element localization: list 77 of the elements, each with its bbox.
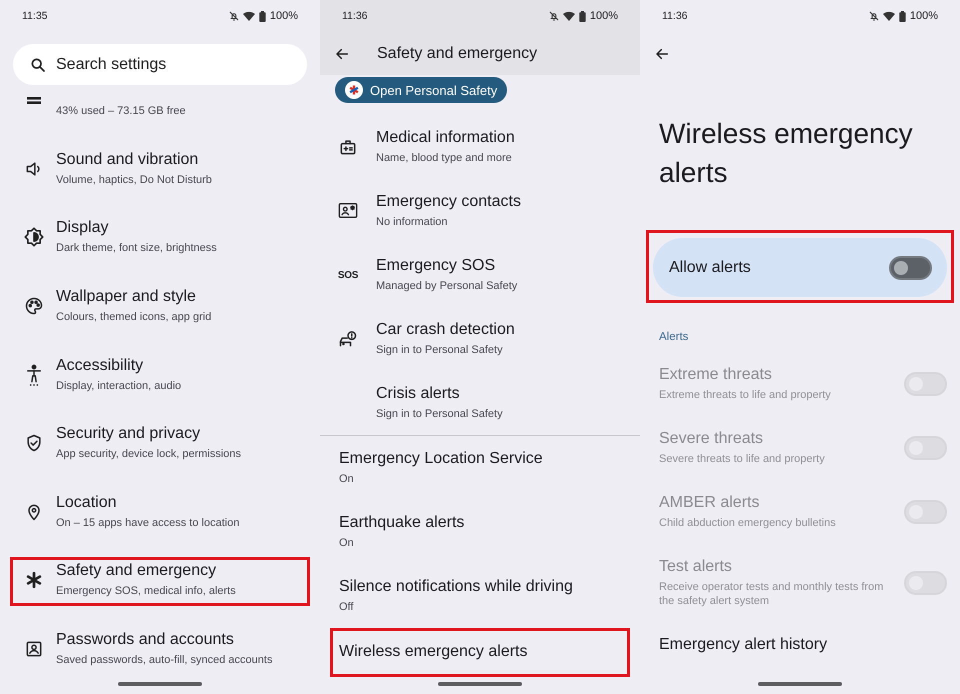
item-title[interactable]: Location: [56, 492, 240, 513]
search-bar[interactable]: Search settings: [13, 44, 307, 85]
status-time: 11:36: [662, 10, 688, 22]
item-title[interactable]: Emergency SOS: [376, 256, 518, 276]
item-title[interactable]: Security and privacy: [56, 424, 242, 444]
bars-icon: [27, 97, 41, 104]
item-subtitle: Sign in to Personal Safety: [376, 407, 503, 422]
section-header: Alerts: [658, 330, 690, 345]
battery-percent: 100%: [590, 10, 618, 22]
asterisk-icon: [25, 571, 43, 590]
item-title[interactable]: Earthquake alerts: [339, 512, 627, 532]
home-indicator[interactable]: [758, 682, 842, 686]
item-subtitle: Display, interaction, audio: [56, 378, 182, 394]
item-subtitle: No information: [376, 215, 449, 230]
palette-icon: [24, 296, 44, 316]
status-time: 11:36: [342, 10, 368, 22]
search-field[interactable]: Search settings: [56, 54, 266, 76]
battery-icon: [898, 10, 906, 22]
item-subtitle: Colours, themed icons, app grid: [56, 310, 212, 326]
item-title[interactable]: Safety and emergency: [56, 561, 236, 582]
switch-label: Allow alerts: [669, 258, 751, 276]
item-title[interactable]: Emergency Location Service: [339, 448, 627, 468]
item-title[interactable]: Wallpaper and style: [56, 287, 212, 308]
home-indicator[interactable]: [118, 682, 202, 686]
accessibility-icon: [24, 364, 44, 386]
item-subtitle: Sign in to Personal Safety: [376, 343, 504, 358]
item-subtitle: Off: [339, 600, 354, 614]
battery-percent: 100%: [910, 10, 938, 22]
toggle-switch[interactable]: [889, 256, 932, 280]
item-title[interactable]: Accessibility: [56, 356, 182, 376]
item-subtitle: Severe threats to life and property: [659, 452, 826, 466]
battery-percent: 100%: [270, 10, 298, 22]
bell-off-icon: [228, 11, 239, 21]
main-switch-card[interactable]: Allow alerts: [653, 238, 947, 297]
item-title[interactable]: Sound and vibration: [56, 150, 212, 170]
bell-off-icon: [868, 11, 879, 21]
item-subtitle: 43% used – 73.15 GB free: [56, 104, 186, 119]
item-subtitle: Emergency SOS, medical info, alerts: [56, 584, 236, 600]
item-subtitle: Receive operator tests and monthly tests from the safety alert system: [659, 580, 884, 608]
car-crash-icon: [338, 329, 358, 349]
item-title[interactable]: Car crash detection: [376, 320, 515, 340]
open-app-button[interactable]: Open Personal Safety: [335, 77, 508, 103]
page-title: Wireless emergency alerts: [658, 116, 914, 190]
contact-card-icon: [337, 201, 359, 221]
brightness-icon: [23, 226, 45, 248]
bell-off-icon: [548, 11, 559, 21]
item-subtitle: Dark theme, font size, brightness: [56, 241, 217, 256]
item-title[interactable]: Medical information: [376, 128, 515, 148]
item-subtitle: On: [339, 472, 355, 486]
item-subtitle: On: [339, 536, 355, 550]
item-title[interactable]: Emergency alert history: [640, 622, 960, 668]
item-subtitle: Volume, haptics, Do Not Disturb: [56, 172, 212, 188]
item-title[interactable]: Display: [56, 218, 217, 238]
item-title[interactable]: Emergency contacts: [376, 192, 521, 212]
item-subtitle: Name, blood type and more: [376, 151, 513, 166]
item-title[interactable]: Wireless emergency alerts: [339, 642, 627, 662]
item-subtitle: Child abduction emergency bulletins: [659, 516, 837, 530]
item-title[interactable]: Silence notifications while driving: [339, 576, 627, 596]
home-indicator[interactable]: [438, 682, 522, 686]
wifi-icon: [242, 11, 255, 21]
account-box-icon: [24, 638, 44, 659]
search-icon: [30, 56, 46, 72]
asterisk-badge-icon: [345, 81, 363, 99]
item-title[interactable]: Crisis alerts: [376, 384, 503, 404]
sos-icon-label: SOS: [338, 270, 358, 280]
item-subtitle: App security, device lock, permissions: [56, 447, 242, 462]
status-time: 11:35: [22, 10, 48, 22]
item-subtitle: On – 15 apps have access to location: [56, 516, 240, 531]
item-subtitle: Managed by Personal Safety: [376, 279, 518, 294]
wifi-icon: [882, 11, 895, 21]
battery-icon: [578, 10, 586, 22]
screen-title: Safety and emergency: [377, 44, 538, 62]
battery-icon: [258, 10, 266, 22]
item-subtitle: Saved passwords, auto-fill, synced accounts: [56, 652, 272, 668]
wifi-icon: [562, 11, 575, 21]
item-title[interactable]: Passwords and accounts: [56, 630, 272, 650]
item-subtitle: Extreme threats to life and property: [659, 388, 832, 402]
